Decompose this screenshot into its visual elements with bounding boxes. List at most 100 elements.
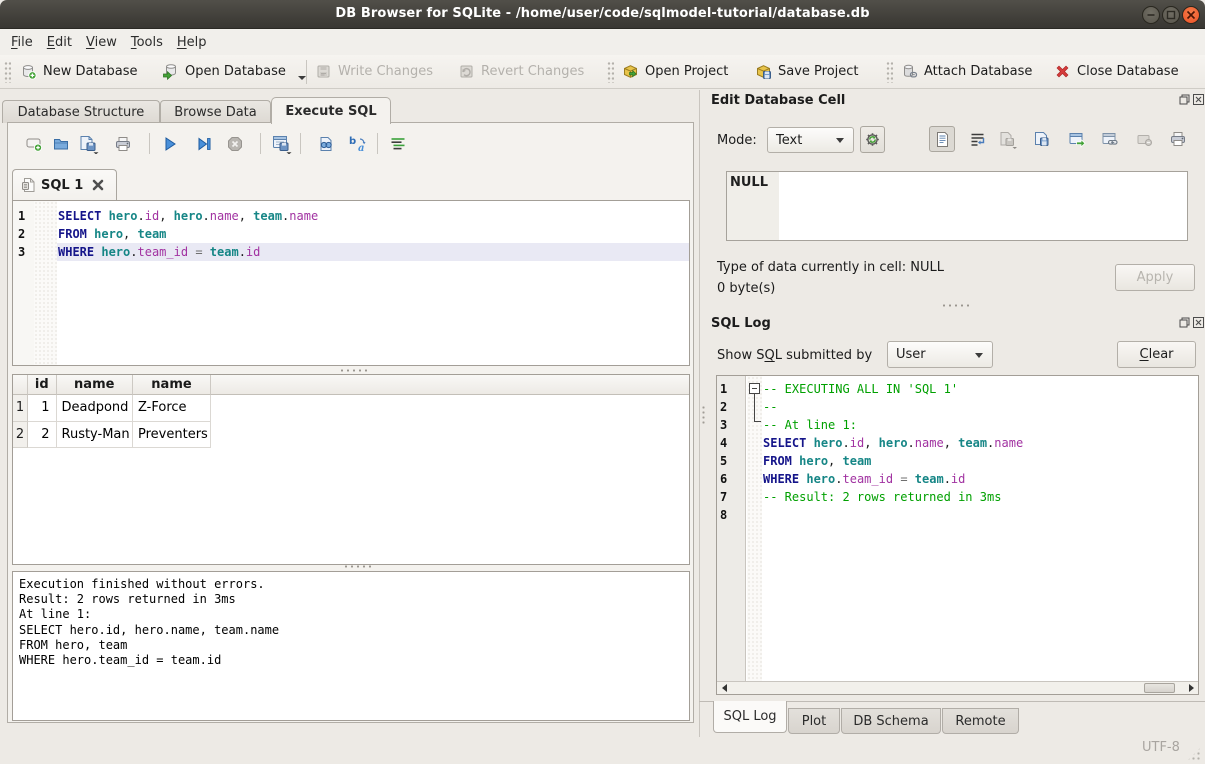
revert-changes-button[interactable]: Revert Changes: [458, 55, 584, 88]
open-database-icon: [162, 63, 179, 80]
fold-collapse-icon[interactable]: [749, 383, 760, 394]
menu-view[interactable]: View: [79, 31, 124, 54]
find-button[interactable]: [314, 132, 338, 156]
dock-tab-remote[interactable]: Remote: [942, 708, 1019, 734]
write-changes-button[interactable]: Write Changes: [315, 55, 433, 88]
auto-switch-mode-button[interactable]: [860, 126, 885, 153]
new-database-button[interactable]: New Database: [20, 55, 138, 88]
docks-splitter[interactable]: [941, 303, 969, 308]
results-messages-splitter[interactable]: [343, 564, 371, 569]
float-icon: [1179, 94, 1190, 105]
editor-code[interactable]: SELECT hero.id, hero.name, team.name FRO…: [57, 201, 689, 365]
float-dock-button[interactable]: [1178, 93, 1190, 105]
export-cell-data-button[interactable]: [1031, 128, 1053, 150]
column-header-id[interactable]: id: [28, 375, 57, 395]
column-header-name-2[interactable]: name: [133, 375, 211, 395]
show-sql-label: Show SQL submitted by: [717, 348, 872, 363]
execute-line-button[interactable]: [192, 132, 216, 156]
print-cell-button[interactable]: [1167, 128, 1189, 150]
new-database-icon: [20, 63, 37, 80]
log-line: SELECT hero.id, hero.name, team.name: [762, 434, 1198, 452]
import-cell-data-button[interactable]: [997, 128, 1019, 150]
text-mode-button[interactable]: [929, 126, 955, 152]
log-line: -- Result: 2 rows returned in 3ms: [762, 488, 1198, 506]
mode-combobox[interactable]: Text: [767, 127, 854, 153]
attach-database-button[interactable]: Attach Database: [901, 55, 1032, 88]
combo-arrow-icon: [975, 353, 983, 358]
menu-help[interactable]: Help: [170, 31, 214, 54]
tab-execute-sql[interactable]: Execute SQL: [271, 97, 391, 124]
import-icon: [998, 130, 1018, 149]
dock-tab-plot[interactable]: Plot: [788, 708, 840, 734]
menu-tools[interactable]: Tools: [124, 31, 170, 54]
word-wrap-button[interactable]: [966, 128, 988, 150]
minimize-button[interactable]: [1142, 6, 1160, 24]
word-wrap-icon: [969, 131, 986, 148]
panes-splitter-handle[interactable]: [701, 405, 706, 424]
maximize-button[interactable]: [1162, 6, 1180, 24]
copy-link-button[interactable]: [1099, 128, 1121, 150]
row-header[interactable]: 2: [13, 422, 28, 449]
write-changes-label: Write Changes: [338, 64, 433, 79]
results-table[interactable]: id name name 1 1 Deadpond Z-Force 2 2 Ru…: [12, 374, 690, 565]
cell-value-editor[interactable]: NULL: [726, 171, 1188, 241]
table-cell[interactable]: Rusty-Man: [57, 422, 134, 449]
open-database-dropdown-arrow[interactable]: [298, 76, 306, 80]
dock-tab-db-schema[interactable]: DB Schema: [841, 708, 941, 734]
sql-editor[interactable]: 1 2 3 SELECT hero.id, hero.name, team.na…: [12, 200, 690, 366]
execute-all-button[interactable]: [158, 132, 182, 156]
find-replace-button[interactable]: b a: [346, 132, 370, 156]
save-results-button[interactable]: [270, 132, 294, 156]
close-dock-button[interactable]: [1192, 93, 1204, 105]
new-sql-tab-button[interactable]: [22, 132, 46, 156]
print-sql-button[interactable]: [111, 132, 135, 156]
menu-edit[interactable]: Edit: [40, 31, 79, 54]
float-log-dock-button[interactable]: [1178, 316, 1190, 328]
tab-database-structure[interactable]: Database Structure: [2, 100, 160, 123]
messages-area[interactable]: Execution finished without errors. Resul…: [12, 571, 690, 721]
editor-results-splitter[interactable]: [339, 368, 367, 373]
close-database-button[interactable]: Close Database: [1054, 55, 1179, 88]
open-project-button[interactable]: Open Project: [622, 55, 728, 88]
table-cell[interactable]: 1: [28, 395, 57, 422]
clear-log-button[interactable]: Clear: [1117, 341, 1196, 368]
toolbar-grip[interactable]: [4, 61, 11, 83]
format-sql-button[interactable]: [386, 132, 410, 156]
log-horizontal-scrollbar[interactable]: [717, 681, 1198, 694]
scrollbar-thumb[interactable]: [1144, 683, 1175, 693]
code-line: FROM hero, team: [57, 225, 689, 243]
table-cell[interactable]: Preventers: [133, 422, 211, 449]
close-log-dock-button[interactable]: [1192, 316, 1204, 328]
mode-label: Mode:: [717, 133, 757, 148]
toolbar-grip[interactable]: [886, 61, 893, 83]
close-tab-icon[interactable]: [92, 179, 104, 191]
revert-changes-label: Revert Changes: [481, 64, 584, 79]
log-line: --: [762, 398, 1198, 416]
stop-execution-button[interactable]: [223, 132, 247, 156]
close-button[interactable]: [1182, 6, 1200, 24]
scroll-left-button[interactable]: [717, 682, 731, 694]
scroll-right-button[interactable]: [1184, 682, 1198, 694]
table-cell[interactable]: Z-Force: [133, 395, 211, 422]
open-database-button[interactable]: Open Database: [162, 55, 306, 88]
toolbar-grip[interactable]: [607, 61, 614, 83]
window-resize-grip[interactable]: [1186, 746, 1202, 762]
open-sql-file-button[interactable]: [49, 132, 73, 156]
table-cell[interactable]: Deadpond: [57, 395, 134, 422]
table-cell[interactable]: 2: [28, 422, 57, 449]
sql-log-area[interactable]: 1 2 3 4 5 6 7 8 -- EXECUTING ALL IN 'SQL…: [716, 375, 1199, 695]
show-sql-combobox[interactable]: User: [887, 341, 993, 368]
row-header[interactable]: 1: [13, 395, 28, 422]
menu-file[interactable]: File: [4, 31, 40, 54]
open-in-external-button[interactable]: [1066, 128, 1088, 150]
close-database-label: Close Database: [1077, 64, 1179, 79]
tab-browse-data[interactable]: Browse Data: [160, 100, 271, 123]
column-header-name[interactable]: name: [57, 375, 134, 395]
set-null-button[interactable]: [1133, 128, 1155, 150]
results-corner-header[interactable]: [13, 375, 28, 395]
save-project-button[interactable]: Save Project: [755, 55, 859, 88]
save-sql-file-button[interactable]: [77, 132, 101, 156]
apply-button[interactable]: Apply: [1115, 264, 1195, 291]
sql-editor-tab[interactable]: SQL 1: [12, 169, 117, 200]
dock-tab-sql-log[interactable]: SQL Log: [713, 701, 787, 733]
